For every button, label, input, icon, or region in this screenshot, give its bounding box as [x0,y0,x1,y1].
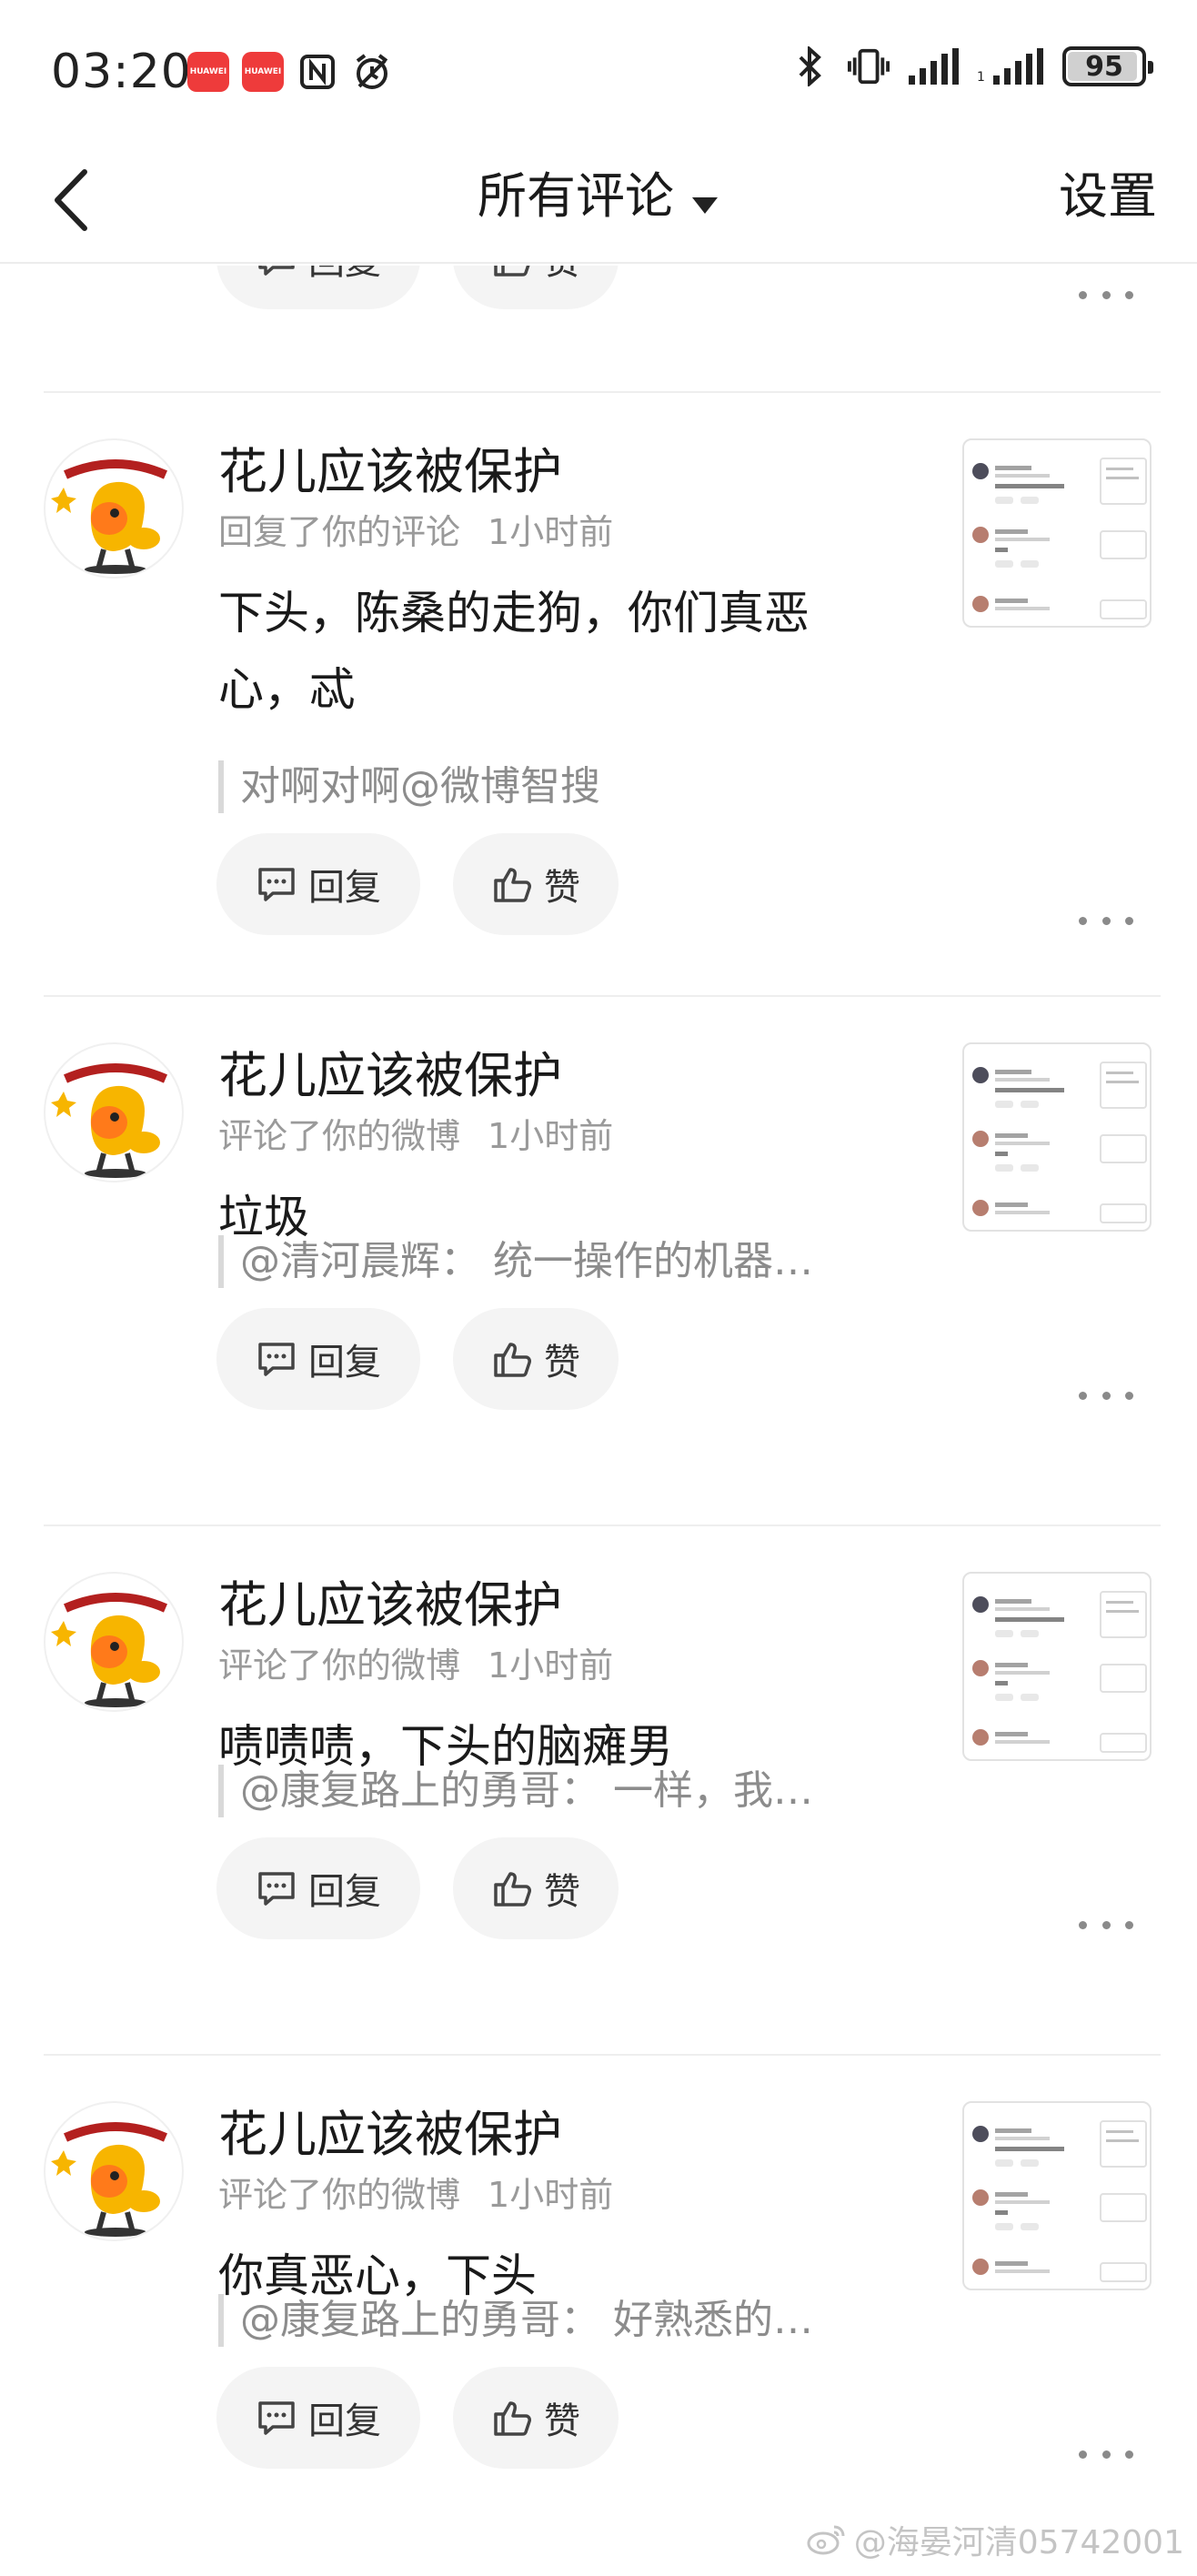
quoted-text[interactable]: @康复路上的勇哥： 一样，我… [218,1765,891,1817]
thumbs-up-icon [491,1338,533,1380]
reply-button[interactable]: 回复 [216,266,420,309]
like-button[interactable]: 赞 [453,2367,619,2469]
username[interactable]: 花儿应该被保护 [218,440,562,504]
comment-icon [256,266,297,279]
comment-icon [256,1867,297,1909]
battery-percent: 95 [1085,50,1123,83]
comment-meta: 评论了你的微博 1小时前 [218,1112,613,1161]
signal-icon [906,45,961,87]
notification-icons: HUAWEI HUAWEI [187,51,393,93]
reply-label: 回复 [308,1342,381,1384]
signal-icon: 1 [977,45,1046,87]
thumbs-up-icon [491,1867,533,1909]
nfc-icon [297,51,338,93]
watermark-text: @海晏河清05742001 [853,2524,1184,2561]
reply-button[interactable]: 回复 [216,833,420,935]
comment-icon [256,1338,297,1380]
like-label: 赞 [544,2400,580,2442]
more-options-button[interactable] [1079,907,1133,934]
post-thumbnail[interactable] [962,1572,1152,1761]
comment-actions: 回复 赞 [216,1308,619,1410]
post-thumbnail[interactable] [962,2101,1152,2290]
reply-button[interactable]: 回复 [216,1837,420,1939]
comment-actions: 回复 赞 [216,833,619,935]
post-thumbnail[interactable] [962,438,1152,628]
reply-label: 回复 [308,266,381,285]
comment-icon [256,863,297,905]
like-label: 赞 [544,867,580,909]
timestamp: 1小时前 [488,1116,614,1156]
avatar[interactable] [44,2101,184,2241]
divider [44,2054,1161,2056]
like-button[interactable]: 赞 [453,266,619,309]
like-label: 赞 [544,266,580,285]
reply-button[interactable]: 回复 [216,2367,420,2469]
svg-text:1: 1 [977,70,985,85]
more-options-button[interactable] [1079,1911,1133,1938]
like-button[interactable]: 赞 [453,1837,619,1939]
system-icons: 1 95 [790,45,1153,87]
timestamp: 1小时前 [488,2175,614,2215]
page-title: 所有评论 [478,167,674,225]
like-button[interactable]: 赞 [453,1308,619,1410]
comment-actions: 回复 赞 [216,266,619,309]
divider [44,1524,1161,1526]
settings-button[interactable]: 设置 [1059,162,1157,231]
action-text: 评论了你的微博 [218,1116,461,1156]
comment-meta: 回复了你的评论 1小时前 [218,508,613,557]
more-options-button[interactable] [1079,281,1133,308]
comment-feed[interactable]: 回复 赞 花儿应该被保护 回复了你的评论 1小时前 下头，陈桑的走狗，你们真恶心，… [0,266,1197,2576]
username[interactable]: 花儿应该被保护 [218,2103,562,2167]
timestamp: 1小时前 [488,1645,614,1685]
quoted-text[interactable]: @康复路上的勇哥： 好熟悉的… [218,2294,891,2347]
divider [44,391,1161,393]
quoted-text[interactable]: 对啊对啊@微博智搜 [218,760,891,813]
comment-meta: 评论了你的微博 1小时前 [218,2170,613,2219]
thumbs-up-icon [491,266,533,279]
avatar[interactable] [44,1042,184,1182]
action-text: 回复了你的评论 [218,512,461,552]
comment-text: 下头，陈桑的走狗，你们真恶心，忒 [218,587,810,716]
post-thumbnail[interactable] [962,1042,1152,1232]
top-nav-bar: 所有评论 设置 [0,136,1197,264]
reply-label: 回复 [308,867,381,909]
alarm-icon [351,51,393,93]
watermark: @海晏河清05742001 [807,2516,1184,2563]
comment-actions: 回复 赞 [216,2367,619,2469]
reply-button[interactable]: 回复 [216,1308,420,1410]
status-bar: 03:20 HUAWEI HUAWEI 1 95 [0,0,1197,136]
status-time: 03:20 [51,45,192,99]
username[interactable]: 花儿应该被保护 [218,1044,562,1108]
username[interactable]: 花儿应该被保护 [218,1574,562,1637]
more-options-button[interactable] [1079,2440,1133,2468]
like-button[interactable]: 赞 [453,833,619,935]
quoted-text[interactable]: @清河晨辉： 统一操作的机器… [218,1235,891,1288]
huawei-app-icon: HUAWEI [242,52,284,92]
weibo-logo-icon [807,2525,845,2555]
reply-label: 回复 [308,1871,381,1913]
avatar[interactable] [44,438,184,579]
caret-down-icon [690,165,719,234]
like-label: 赞 [544,1342,580,1384]
bluetooth-icon [790,45,831,87]
avatar[interactable] [44,1572,184,1712]
thumbs-up-icon [491,2397,533,2439]
action-text: 评论了你的微博 [218,2175,461,2215]
comment-icon [256,2397,297,2439]
divider [44,995,1161,997]
filter-dropdown[interactable]: 所有评论 [0,162,1197,234]
action-text: 评论了你的微博 [218,1645,461,1685]
battery-indicator: 95 [1062,46,1153,86]
like-label: 赞 [544,1871,580,1913]
comment-actions: 回复 赞 [216,1837,619,1939]
comment-meta: 评论了你的微博 1小时前 [218,1641,613,1690]
reply-label: 回复 [308,2400,381,2442]
thumbs-up-icon [491,863,533,905]
timestamp: 1小时前 [488,512,614,552]
vibrate-icon [848,45,890,87]
huawei-app-icon: HUAWEI [187,52,229,92]
more-options-button[interactable] [1079,1382,1133,1409]
